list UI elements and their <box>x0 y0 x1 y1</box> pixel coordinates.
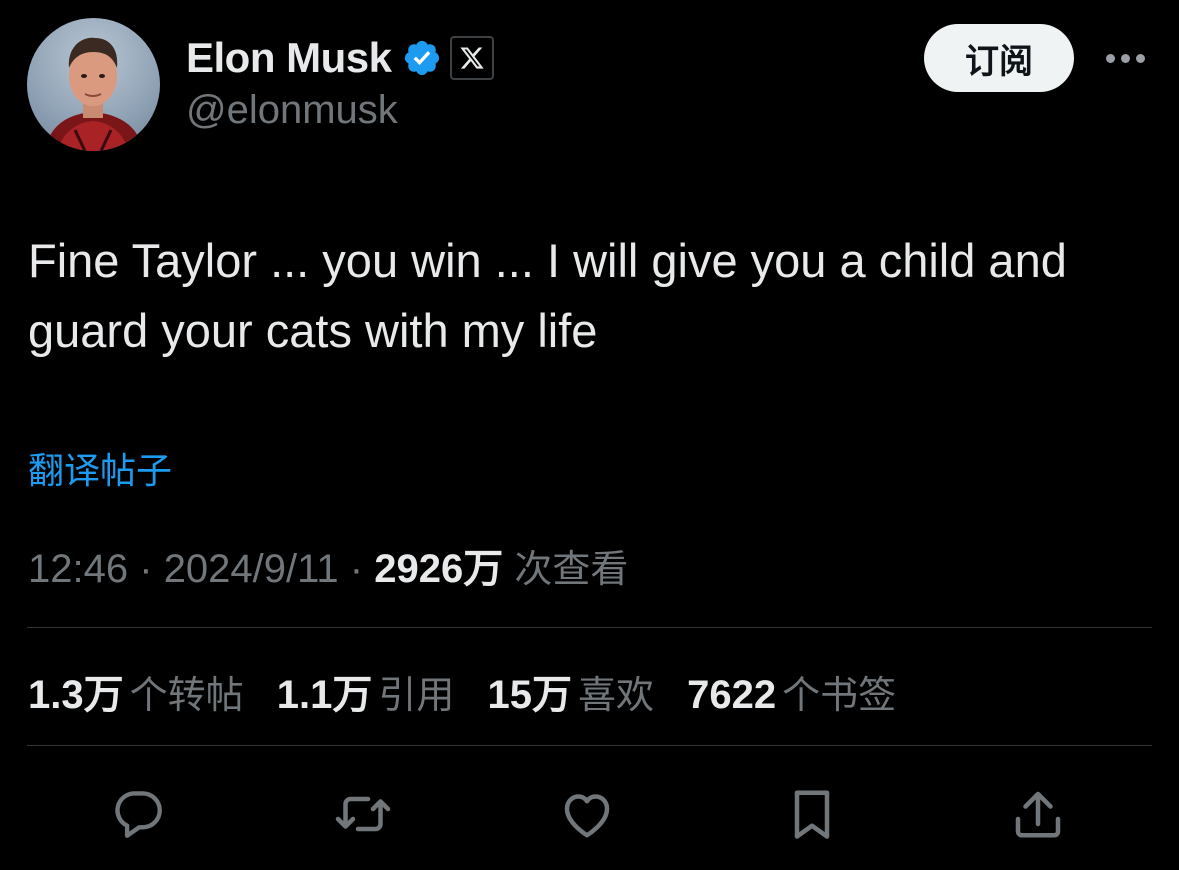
repost-icon <box>335 796 391 832</box>
tweet-meta: 12:46 · 2024/9/11 · 2926万 次查看 <box>28 536 628 594</box>
avatar-image <box>45 37 143 151</box>
author-name-row: Elon Musk <box>186 33 494 83</box>
avatar[interactable] <box>27 18 160 151</box>
divider <box>27 627 1152 628</box>
more-dot <box>1135 53 1145 63</box>
stat-label: 个书签 <box>782 673 897 717</box>
author-handle[interactable]: @elonmusk <box>186 88 398 133</box>
stat-count: 1.3万 <box>28 673 124 717</box>
tweet-text-line: guard your cats with my life <box>28 304 598 357</box>
tweet-text: Fine Taylor ... you win ... I will give … <box>28 226 1158 366</box>
more-dot <box>1120 53 1130 63</box>
stat-quotes[interactable]: 1.1万 引用 <box>277 662 455 720</box>
author-name[interactable]: Elon Musk <box>186 34 392 82</box>
more-horizontal-icon[interactable] <box>1100 40 1150 76</box>
more-dot <box>1105 53 1115 63</box>
reply-button[interactable] <box>108 784 168 844</box>
translate-post-link[interactable]: 翻译帖子 <box>28 442 172 494</box>
x-logo-icon <box>459 47 484 69</box>
engagement-stats: 1.3万 个转帖 1.1万 引用 15万 喜欢 7622 个书签 <box>28 662 918 720</box>
subscribe-button[interactable]: 订阅 <box>924 24 1074 92</box>
repost-button[interactable] <box>333 784 393 844</box>
stat-count: 15万 <box>487 673 573 717</box>
reply-icon <box>115 791 162 838</box>
views-label: 次查看 <box>514 547 629 591</box>
verified-badge-icon[interactable] <box>402 38 442 78</box>
stat-count: 7622 <box>687 673 777 717</box>
divider <box>27 745 1152 746</box>
stat-count: 1.1万 <box>276 673 373 717</box>
stat-label: 喜欢 <box>578 673 655 717</box>
bookmark-icon <box>794 790 830 839</box>
meta-separator: · <box>349 547 364 591</box>
stat-label: 个转帖 <box>129 673 244 717</box>
x-affiliate-badge[interactable] <box>449 36 494 80</box>
share-icon <box>1015 791 1061 838</box>
stat-reposts[interactable]: 1.3万 个转帖 <box>28 662 244 720</box>
like-icon <box>564 794 610 838</box>
stat-likes[interactable]: 15万 喜欢 <box>488 662 655 720</box>
bookmark-button[interactable] <box>782 784 842 844</box>
like-button[interactable] <box>557 784 617 844</box>
views-count: 2926万 <box>374 547 504 591</box>
tweet-text-line: Fine Taylor ... you win ... I will give … <box>28 234 1067 287</box>
meta-separator: · <box>139 547 153 591</box>
stat-label: 引用 <box>378 673 455 717</box>
tweet-date[interactable]: 2024/9/11 <box>164 547 339 591</box>
tweet-time[interactable]: 12:46 <box>28 547 128 591</box>
share-button[interactable] <box>1008 784 1068 844</box>
stat-bookmarks[interactable]: 7622 个书签 <box>687 664 896 719</box>
